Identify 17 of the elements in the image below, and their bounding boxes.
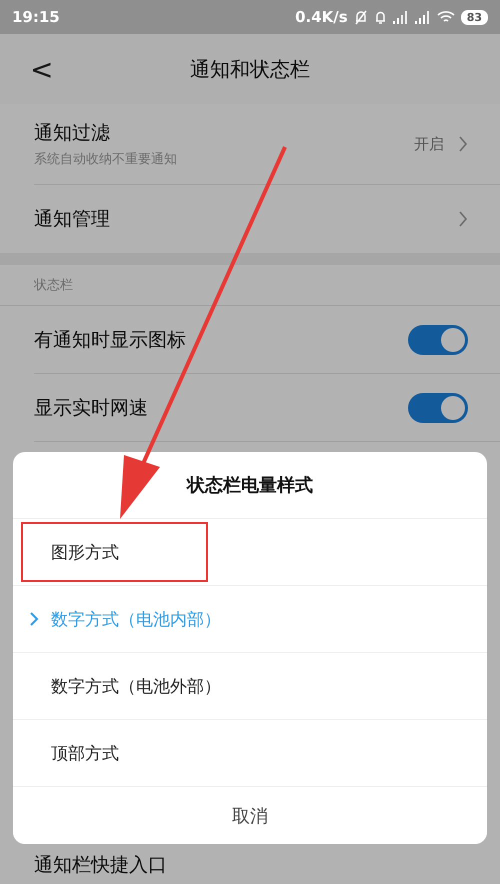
network-speed: 0.4K/s — [295, 8, 348, 26]
setting-title: 显示实时网速 — [34, 396, 148, 420]
section-heading: 状态栏 — [34, 277, 73, 294]
sheet-title: 状态栏电量样式 — [187, 474, 313, 497]
option-label[interactable]: 顶部方式 — [51, 742, 119, 764]
battery-icon: 83 — [460, 10, 488, 24]
back-button[interactable]: < — [0, 52, 54, 86]
setting-title: 有通知时显示图标 — [34, 328, 186, 352]
setting-title: 通知栏快捷入口 — [34, 853, 167, 878]
option-label[interactable]: 图形方式 — [51, 540, 119, 564]
option-label[interactable]: 数字方式（电池外部） — [51, 674, 221, 698]
status-time: 19:15 — [12, 8, 60, 26]
setting-title[interactable]: 通知管理 — [34, 206, 110, 232]
setting-title[interactable]: 通知过滤 — [34, 120, 177, 146]
setting-value: 开启 — [414, 134, 444, 154]
setting-description: 系统自动收纳不重要通知 — [34, 151, 177, 168]
page-title: 通知和状态栏 — [190, 56, 310, 82]
